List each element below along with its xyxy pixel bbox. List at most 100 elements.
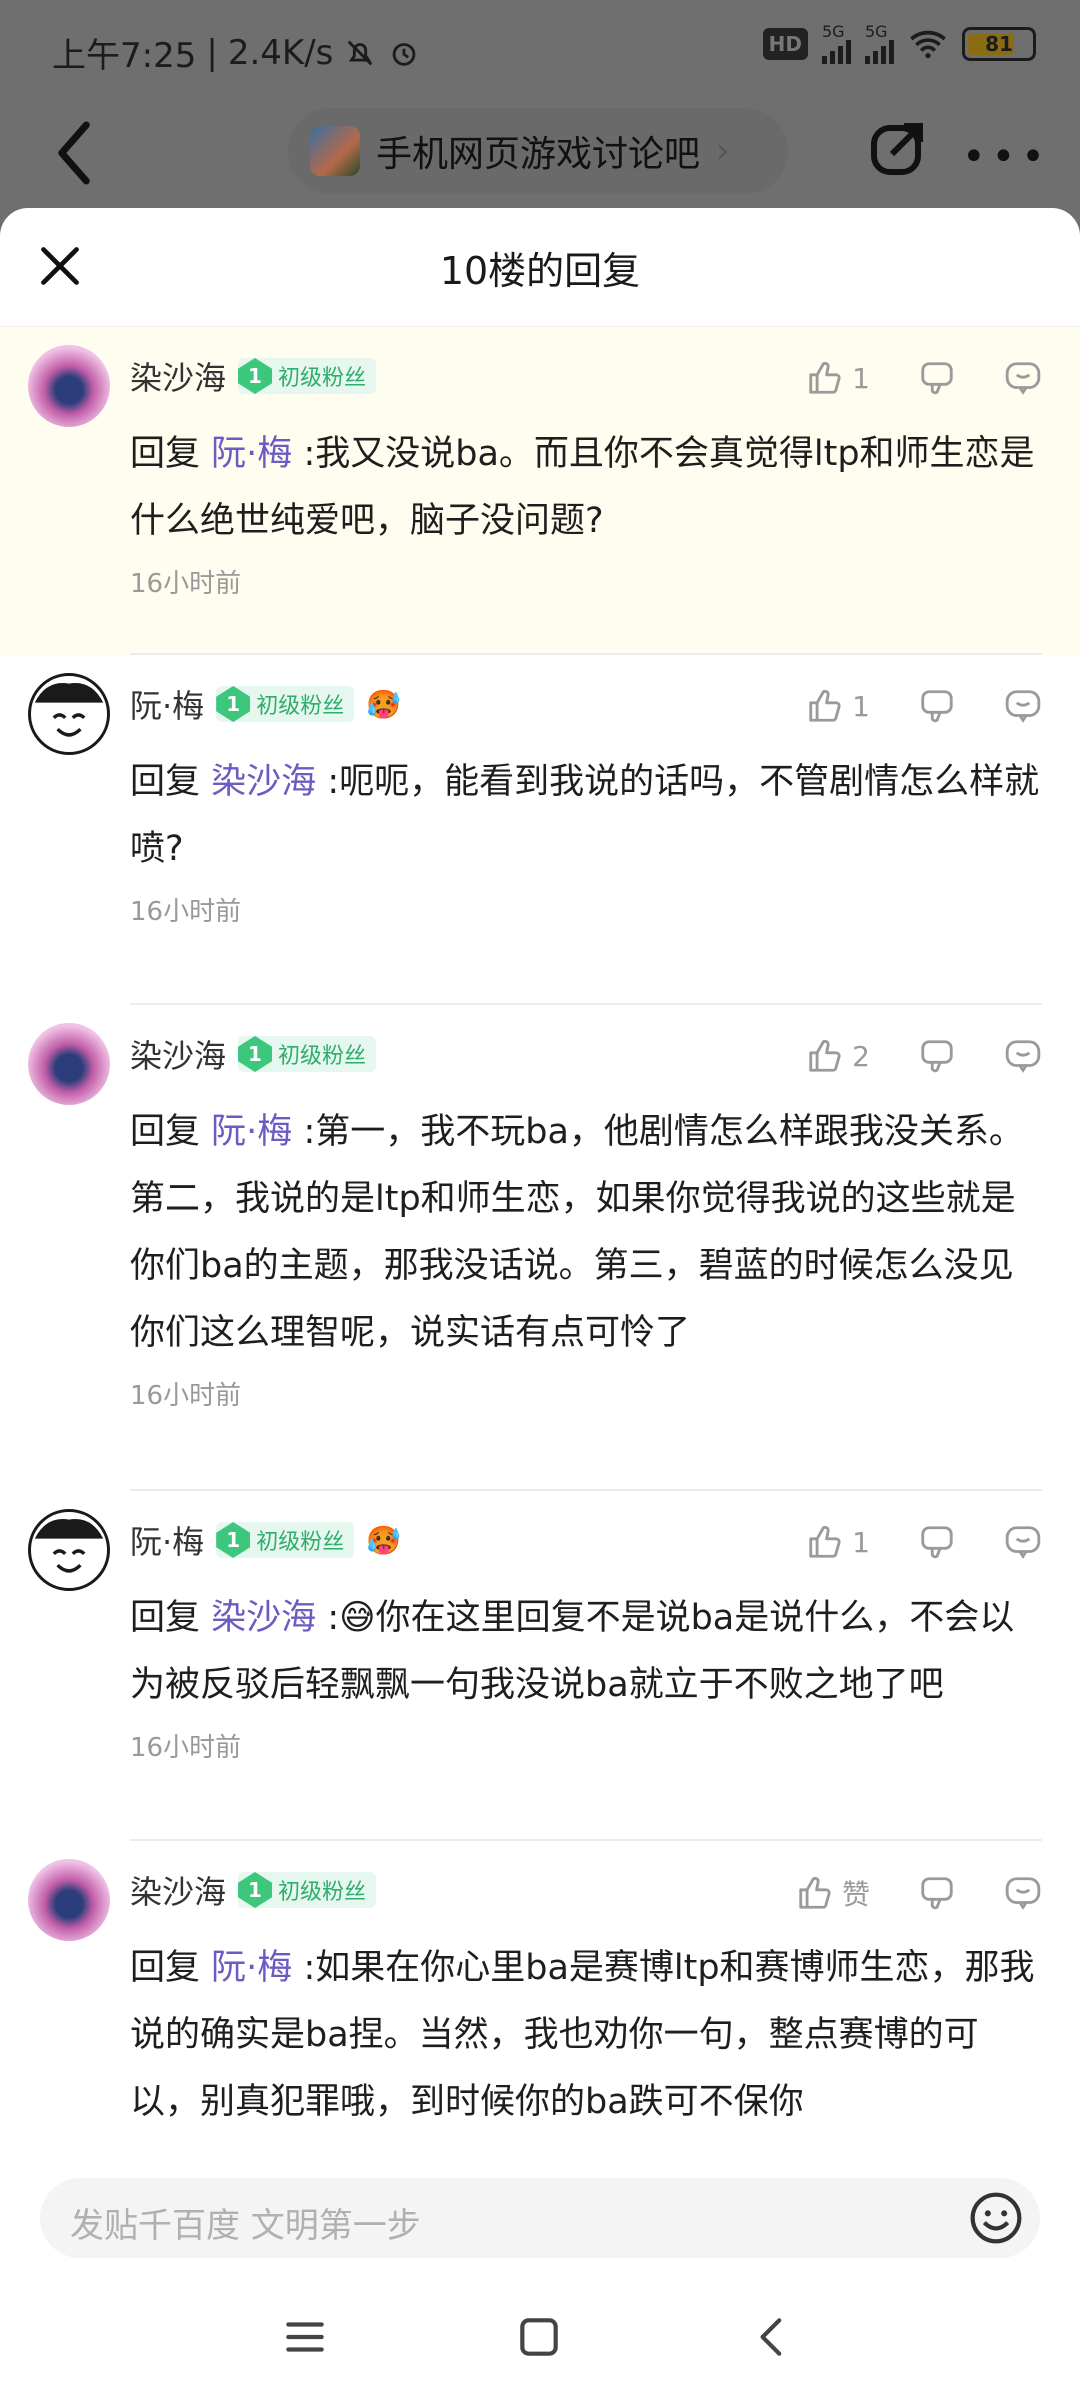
forum-link[interactable]: 手机网页游戏讨论吧 › [288,108,788,194]
alarm-icon [393,42,416,66]
reply-item: 染沙海 1 初级粉丝 2 回复 阮·梅:第一，我不玩ba，他剧情怎么样跟我没关… [0,1005,1080,1491]
like-button[interactable]: 2 [806,1037,870,1075]
top-nav-bar: 手机网页游戏讨论吧 › ••• [0,100,1080,210]
dislike-button[interactable] [918,1523,956,1561]
comment-icon [1005,1877,1041,1910]
reply-input-placeholder: 发贴千百度 文明第一步 [70,2206,421,2246]
thumbs-up-icon [799,1876,831,1909]
comment-button[interactable] [1004,687,1042,725]
back-icon[interactable] [748,2312,798,2362]
fan-level-icon: 1 [238,1036,273,1072]
username[interactable]: 染沙海 [130,1031,226,1077]
comment-icon [1005,1040,1041,1073]
share-icon[interactable] [868,118,928,178]
fan-badge: 1 初级粉丝 [238,1872,377,1908]
more-options-icon[interactable]: ••• [962,134,1051,180]
reply-to-user[interactable]: 阮·梅 [211,434,292,474]
like-button[interactable]: 1 [806,1523,870,1561]
reply-content: 回复 染沙海 :😅你在这里回复不是说ba是说什么，不会以为被反驳后轻飘飘一句我没… [130,1585,1050,1719]
like-count: 1 [852,361,870,395]
net-type-2: 5G [865,22,888,41]
reply-item: 阮·梅 1 初级粉丝 🥵 1 [0,1491,1080,1841]
user-avatar[interactable] [28,345,110,427]
mute-bell-icon [348,40,373,65]
thumbs-down-icon [921,1040,953,1073]
reply-item: 染沙海 1 初级粉丝 赞 回复 阮·梅:如果在你心里ba是赛博ltp和赛博师生… [0,1841,1080,2201]
username[interactable]: 染沙海 [130,1867,226,1913]
user-avatar[interactable] [28,673,110,755]
thumbs-down-icon [921,1526,953,1559]
comment-button[interactable] [1004,1037,1042,1075]
user-avatar[interactable] [28,1023,110,1105]
fan-level-icon: 1 [216,1522,251,1558]
chevron-right-icon: › [716,131,730,171]
fan-level-icon: 1 [238,1872,273,1908]
like-button[interactable]: 赞 [796,1873,870,1913]
sheet-header: 10楼的回复 [0,208,1080,327]
reply-to-user[interactable]: 阮·梅 [211,1948,292,1988]
fan-badge: 1 初级粉丝 [216,686,355,722]
like-count: 2 [852,1039,870,1073]
reply-to-user[interactable]: 阮·梅 [211,1112,292,1152]
fan-badge: 1 初级粉丝 [238,358,377,394]
reply-content: 回复 阮·梅 :我又没说ba。而且你不会真觉得ltp和师生恋是什么绝世纯爱吧，脑… [130,421,1050,555]
thumbs-down-icon [921,690,953,723]
battery-icon: 81 [962,27,1036,61]
like-button[interactable]: 1 [806,359,870,397]
reply-prefix: 回复 [130,1598,201,1638]
comment-icon [1005,1526,1041,1559]
thumbs-up-icon [809,1525,841,1558]
reply-to-user[interactable]: 染沙海 [211,1598,316,1638]
fan-title: 初级粉丝 [278,366,367,391]
reply-actions: 1 [758,1523,1042,1561]
emoji-badge: 🥵 [366,1523,402,1557]
username[interactable]: 阮·梅 [130,681,204,727]
comment-button[interactable] [1004,1523,1042,1561]
reply-content: 回复 阮·梅 :如果在你心里ba是赛博ltp和赛博师生恋，那我说的确实是ba捏。… [130,1935,1050,2136]
emoji-badge: 🥵 [366,687,402,721]
comment-button[interactable] [1004,359,1042,397]
reply-prefix: 回复 [130,1948,201,1988]
smile-face-icon [34,683,104,737]
back-arrow-icon[interactable] [44,118,104,188]
reply-time: 16小时前 [130,569,242,599]
forum-avatar [310,126,360,176]
reply-time: 16小时前 [130,897,242,927]
like-count: 1 [852,1525,870,1559]
composer-bar: 发贴千百度 文明第一步 [0,2158,1080,2268]
status-speed: 2.4K/s [227,32,334,73]
home-icon[interactable] [514,2312,564,2362]
thumbs-up-icon [809,1039,841,1072]
like-count: 赞 [841,1878,870,1911]
thumbs-down-icon [921,1877,953,1910]
emoji-icon[interactable] [968,2190,1024,2246]
status-separator: | [206,32,218,73]
reply-actions: 1 [758,359,1042,397]
forum-name: 手机网页游戏讨论吧 [376,134,701,175]
username[interactable]: 染沙海 [130,353,226,399]
reply-actions: 1 [758,687,1042,725]
user-avatar[interactable] [28,1509,110,1591]
reply-to-user[interactable]: 染沙海 [211,762,316,802]
menu-icon[interactable] [280,2312,330,2362]
thumbs-up-icon [809,361,841,394]
thumbs-down-icon [921,362,953,395]
dislike-button[interactable] [918,359,956,397]
reply-prefix: 回复 [130,434,201,474]
comment-button[interactable] [1004,1874,1042,1912]
reply-input[interactable]: 发贴千百度 文明第一步 [40,2178,1040,2258]
fan-title: 初级粉丝 [278,1044,367,1069]
user-avatar[interactable] [28,1859,110,1941]
reply-prefix: 回复 [130,1112,201,1152]
like-button[interactable]: 1 [806,687,870,725]
dislike-button[interactable] [918,687,956,725]
status-bar: 上午7:25 | 2.4K/s HD 5G 5G 81 [0,0,1080,100]
reply-content: 回复 阮·梅 :第一，我不玩ba，他剧情怎么样跟我没关系。第二，我说的是ltp和… [130,1099,1050,1367]
dislike-button[interactable] [918,1874,956,1912]
username[interactable]: 阮·梅 [130,1517,204,1563]
reply-list: 染沙海 1 初级粉丝 1 回复 阮·梅:我又没说ba。而且你不会真觉得ltp和… [0,327,1080,2201]
wifi-icon [910,30,946,59]
dislike-button[interactable] [918,1037,956,1075]
fan-badge: 1 初级粉丝 [238,1036,377,1072]
reply-content: 回复 染沙海 :呃呃，能看到我说的话吗，不管剧情怎么样就喷? [130,749,1050,883]
